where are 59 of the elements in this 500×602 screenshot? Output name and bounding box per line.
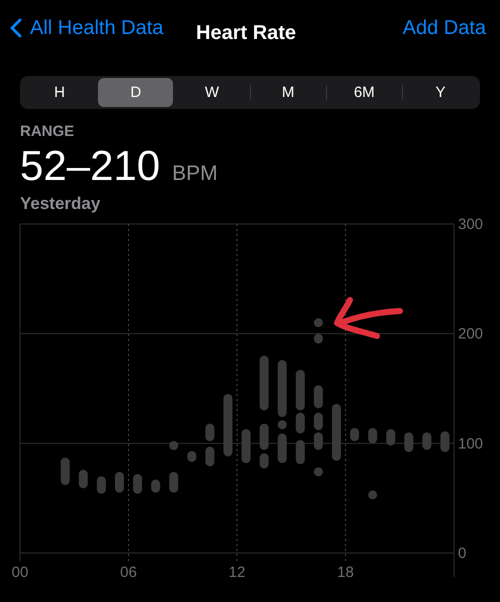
axis-label: 100 [458,435,484,452]
range-bar [205,424,214,442]
axis-label: 0 [458,545,466,562]
range-bar [78,470,88,488]
axis-label: 00 [12,564,28,581]
axis-label: 300 [458,218,484,233]
range-value: 52–210 [20,142,160,190]
range-bar [296,412,305,434]
range-bar [187,451,196,462]
range-bar [278,420,287,430]
range-bar [223,394,232,456]
range-bar [422,432,432,450]
arrow-drawing [334,297,403,339]
range-bar [278,360,287,418]
range-bar [314,385,323,408]
axis-label: 200 [458,326,484,343]
range-bar [278,433,287,464]
period-tab[interactable]: D [98,78,174,107]
range-bar [260,356,269,410]
range-bar [205,446,214,466]
range-bar [314,412,323,430]
range-bar [404,432,414,452]
range-bar [332,404,341,461]
add-data-button[interactable]: Add Data [402,16,486,40]
range-bar [314,318,323,328]
range-bar [314,432,323,450]
range-bar [151,480,160,493]
back-button[interactable]: All Health Data [10,16,164,40]
range-bar [350,428,360,442]
axis-label: 06 [120,564,137,581]
range-bar [260,424,269,450]
period-tab[interactable]: 6M [326,78,402,107]
period-tab[interactable]: W [174,78,250,107]
range-bar [60,458,70,485]
range-bar [260,453,269,469]
range-bar [314,334,323,344]
range-bar [169,441,178,450]
range-bar [296,370,305,410]
range-bar [386,429,396,446]
range-bar [368,490,378,500]
page-title: Heart Rate [196,22,296,45]
period-tab[interactable]: Y [402,78,478,107]
range-bar [296,440,305,464]
range-bar [169,472,178,493]
axis-label: 12 [228,564,246,581]
axis-label: 18 [337,564,354,581]
chevron-left-icon [10,18,22,38]
range-bar [242,429,251,464]
range-bar [314,467,323,476]
date-label: Yesterday [20,194,102,214]
period-tab[interactable]: M [250,78,326,107]
range-bar [96,476,106,494]
period-tab[interactable]: H [22,78,98,107]
range-bar [368,428,378,444]
range-bar [133,474,142,494]
unit-label: BPM [172,162,218,186]
range-bar [114,472,124,493]
range-label: RANGE [20,123,76,140]
range-bar [440,431,450,452]
